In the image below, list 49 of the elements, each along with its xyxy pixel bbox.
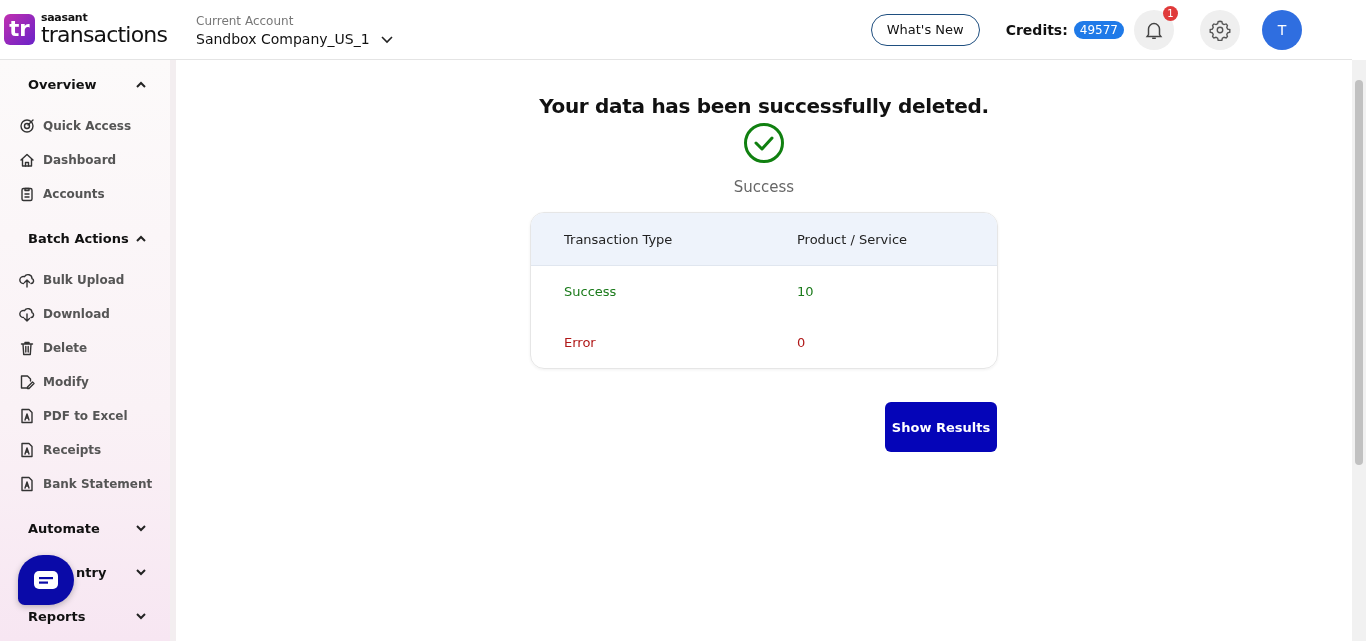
sidebar-item[interactable]: Receipts — [0, 433, 170, 467]
column-header: Product / Service — [796, 231, 909, 247]
check-circle-icon — [743, 122, 785, 164]
credits-label: Credits: — [1005, 21, 1068, 38]
sidebar-item[interactable]: Modify — [0, 365, 170, 399]
sidebar-item[interactable]: Quick Access — [0, 109, 170, 143]
sidebar-section[interactable]: Batch Actions — [0, 221, 170, 255]
settings-icon — [1209, 18, 1231, 41]
scrollbar-thumb[interactable] — [1355, 80, 1363, 465]
trash-icon — [19, 340, 35, 356]
target-icon — [19, 118, 35, 134]
settings-button[interactable] — [1200, 9, 1240, 50]
account-label: Current Account — [196, 14, 295, 28]
logo-product: transactions — [41, 22, 168, 47]
file-edit-icon — [19, 374, 35, 390]
sidebar-item[interactable]: Delete — [0, 331, 170, 365]
user-avatar[interactable]: T — [1262, 9, 1302, 50]
chat-icon — [33, 570, 59, 590]
cloud-download-icon — [19, 306, 35, 322]
logo-mark: tr — [4, 14, 35, 45]
logo-brand: saasant — [41, 12, 89, 23]
sidebar-item[interactable]: Download — [0, 297, 170, 331]
sidebar-section[interactable]: Overview — [0, 67, 170, 101]
notification-badge: 1 — [1163, 5, 1178, 21]
clipboard-icon — [19, 186, 35, 202]
home-icon — [19, 152, 35, 168]
pdf-file-icon — [19, 476, 35, 492]
sidebar-section[interactable]: Reports — [0, 599, 170, 633]
sidebar-item[interactable]: Accounts — [0, 177, 170, 211]
status-text: Success — [733, 178, 795, 196]
sidebar-item[interactable]: Dashboard — [0, 143, 170, 177]
sidebar-item[interactable]: Bulk Upload — [0, 263, 170, 297]
scrollbar[interactable] — [1352, 60, 1366, 641]
table-cell-text: Success — [563, 284, 618, 299]
sidebar-item[interactable]: PDF to Excel — [0, 399, 170, 433]
table-cell-text: Error — [563, 335, 597, 350]
account-selector[interactable]: Sandbox Company_US_1 — [196, 31, 394, 47]
sidebar-item[interactable]: Bank Statement — [0, 467, 170, 501]
cloud-upload-icon — [19, 272, 35, 288]
pdf-file-icon — [19, 442, 35, 458]
pdf-file-icon — [19, 408, 35, 424]
table-cell-text: 0 — [796, 335, 807, 350]
sidebar-section[interactable]: ntry — [0, 555, 170, 589]
success-heading: Your data has been successfully deleted. — [539, 94, 989, 118]
table-cell-text: 10 — [796, 284, 815, 299]
sidebar-section[interactable]: Automate — [0, 511, 170, 545]
show-results-button[interactable]: Show Results — [885, 402, 997, 452]
column-header: Transaction Type — [563, 231, 674, 247]
credits-badge: 49577 — [1073, 20, 1124, 39]
